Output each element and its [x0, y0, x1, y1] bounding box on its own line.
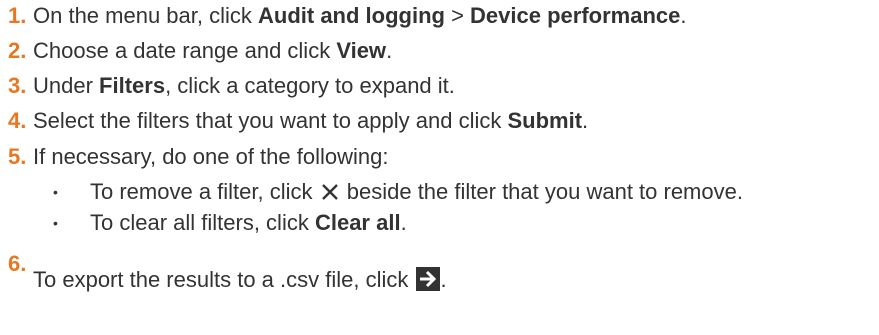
ui-label-filters: Filters: [99, 73, 166, 98]
step-text-part: .: [440, 267, 447, 292]
step-text-part: >: [444, 3, 471, 28]
step-2: 2. Choose a date range and click View.: [8, 40, 873, 75]
step-text: To export the results to a .csv file, cl…: [33, 259, 447, 291]
step-text: On the menu bar, click Audit and logging…: [33, 5, 687, 27]
step-text: If necessary, do one of the following:: [33, 144, 389, 169]
step-text-part: Choose a date range and click: [33, 38, 337, 63]
export-arrow-icon: [416, 267, 441, 291]
instruction-page: 1. On the menu bar, click Audit and logg…: [0, 0, 879, 335]
bullet: •: [53, 184, 58, 200]
substep-text-part: beside the filter that you want to remov…: [340, 179, 743, 204]
steps-list: 1. On the menu bar, click Audit and logg…: [8, 5, 873, 291]
substep-clear-all: • To clear all filters, click Clear all.: [53, 212, 873, 243]
step-1: 1. On the menu bar, click Audit and logg…: [8, 5, 873, 40]
step-text-part: , click a category to expand it.: [165, 73, 455, 98]
step-6: 6. To export the results to a .csv file,…: [8, 253, 873, 291]
step-number: 2.: [8, 38, 27, 63]
step-text-part: .: [582, 108, 589, 133]
ui-label-submit: Submit: [507, 108, 583, 133]
ui-label-device-performance: Device performance: [470, 3, 681, 28]
step-text-part: To export the results to a .csv file, cl…: [33, 267, 415, 292]
step-text-part: On the menu bar, click: [33, 3, 258, 28]
step-text: Under Filters, click a category to expan…: [33, 75, 455, 97]
substep-text-part: To clear all filters, click: [90, 210, 315, 235]
step-5: 5. If necessary, do one of the following…: [8, 146, 873, 259]
step-text-part: Select the filters that you want to appl…: [33, 108, 508, 133]
substep-remove-filter: • To remove a filter, click beside the f…: [53, 181, 873, 212]
step-number: 3.: [8, 73, 27, 98]
ui-label-view: View: [336, 38, 387, 63]
step-text: Select the filters that you want to appl…: [33, 110, 588, 132]
ui-label-clear-all: Clear all: [314, 210, 401, 235]
step-text-part: .: [680, 3, 687, 28]
step-number: 1.: [8, 3, 27, 28]
close-icon: [321, 183, 339, 201]
step-number: 5.: [8, 144, 27, 169]
substeps-list: • To remove a filter, click beside the f…: [33, 181, 873, 243]
step-text-part: .: [386, 38, 393, 63]
substep-text-part: To remove a filter, click: [90, 179, 319, 204]
step-text: Choose a date range and click View.: [33, 40, 392, 62]
step-number: 4.: [8, 108, 27, 133]
step-3: 3. Under Filters, click a category to ex…: [8, 75, 873, 110]
bullet: •: [53, 215, 58, 231]
substep-text-part: .: [400, 210, 407, 235]
ui-label-audit-logging: Audit and logging: [258, 3, 445, 28]
step-4: 4. Select the filters that you want to a…: [8, 110, 873, 146]
step-number: 6.: [8, 251, 27, 276]
step-text-part: Under: [33, 73, 100, 98]
